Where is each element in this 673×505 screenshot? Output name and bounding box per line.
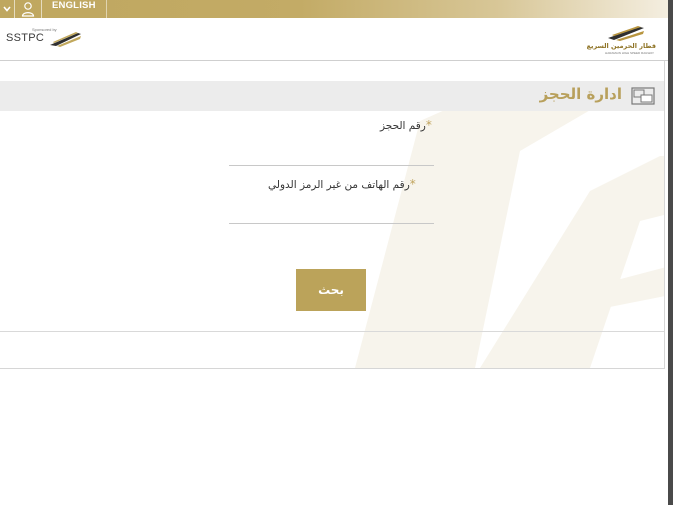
phone-number-label-text: رقم الهاتف من غير الرمز الدولي <box>268 179 410 191</box>
language-switch-link[interactable]: ENGLISH <box>42 0 107 18</box>
haramain-logo-english: HARAMAIN HIGH SPEED RAILWAY <box>605 51 654 55</box>
sstpc-logo-text: Sponsored by SSTPC <box>6 27 57 44</box>
phone-number-label: *رقم الهاتف من غير الرمز الدولي <box>268 177 416 191</box>
booking-management-panel: ادارة الحجز *رقم الحجز *رقم الهاتف من غي… <box>0 61 665 369</box>
sstpc-sponsored-text: Sponsored by <box>32 27 57 32</box>
user-icon[interactable] <box>15 0 41 18</box>
haramain-logo[interactable]: قطار الحرمين السريع HARAMAIN HIGH SPEED … <box>587 25 656 55</box>
haramain-logo-arabic: قطار الحرمين السريع <box>586 42 656 50</box>
train-logo-icon <box>608 26 644 41</box>
required-mark: * <box>425 118 432 132</box>
site-header: Sponsored by SSTPC قطار الحرمين السريع H… <box>0 18 668 61</box>
screens-icon <box>631 87 655 109</box>
train-logo-icon <box>50 32 82 47</box>
sstpc-name: SSTPC <box>6 32 45 44</box>
window-edge <box>668 0 673 505</box>
search-button[interactable]: بحث <box>296 269 366 311</box>
sstpc-logo[interactable]: Sponsored by SSTPC <box>6 27 82 48</box>
phone-number-field[interactable] <box>229 203 434 224</box>
page-title: ادارة الحجز <box>539 85 622 103</box>
section-title-bar: ادارة الحجز <box>0 81 664 111</box>
divider <box>0 331 664 332</box>
booking-number-label: *رقم الحجز <box>380 118 432 132</box>
required-mark: * <box>409 177 416 191</box>
chevron-down-icon[interactable] <box>0 0 14 18</box>
top-bar: ENGLISH <box>0 0 668 18</box>
booking-number-field[interactable] <box>229 145 434 166</box>
booking-number-label-text: رقم الحجز <box>380 120 426 132</box>
